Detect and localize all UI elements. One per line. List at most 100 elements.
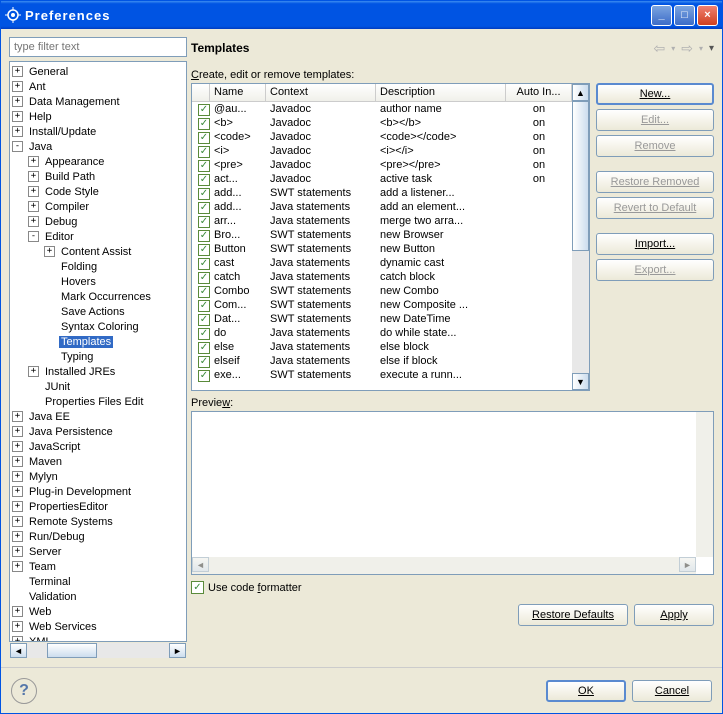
view-menu-icon[interactable]: ▾ [709,43,714,54]
tree-item[interactable]: +Run/Debug [12,529,184,544]
expand-icon[interactable]: + [12,441,23,452]
cancel-button[interactable]: Cancel [632,680,712,702]
tree-item[interactable]: + Web Services [12,619,184,634]
row-checkbox[interactable] [198,216,210,228]
preference-tree[interactable]: + General + Ant + Data Management + Help + Instal… [9,61,187,642]
tree-item[interactable]: +Mylyn [12,469,184,484]
expand-icon[interactable]: + [44,246,55,257]
row-checkbox[interactable] [198,118,210,130]
templates-table[interactable]: Name Context Description Auto In... @au.… [191,83,590,391]
scroll-left-button[interactable]: ◄ [192,557,209,572]
tree-label[interactable]: Compiler [43,201,91,213]
expand-icon[interactable]: + [28,171,39,182]
back-arrow-icon[interactable]: ⇦ [653,40,665,57]
expand-icon[interactable]: + [28,201,39,212]
tree-item[interactable]: +Plug-in Development [12,484,184,499]
tree-label[interactable]: Mark Occurrences [59,291,153,303]
tree-label[interactable]: Hovers [59,276,98,288]
forward-dropdown-icon[interactable]: ▾ [699,44,703,53]
tree-item[interactable]: Templates [12,334,184,349]
tree-label[interactable]: Team [27,561,58,573]
tree-label[interactable]: JavaScript [27,441,82,453]
tree-label[interactable]: Web Services [27,621,99,633]
row-checkbox[interactable] [198,272,210,284]
expand-icon[interactable]: + [12,111,23,122]
tree-item[interactable]: +PropertiesEditor [12,499,184,514]
tree-item[interactable]: JUnit [12,379,184,394]
tree-label[interactable]: Terminal [27,576,73,588]
scroll-right-button[interactable]: ► [679,557,696,572]
scroll-down-button[interactable]: ▼ [572,373,589,390]
tree-item[interactable]: + Debug [12,214,184,229]
tree-item[interactable]: Hovers [12,274,184,289]
tree-item[interactable]: + Code Style [12,184,184,199]
row-checkbox[interactable] [198,342,210,354]
table-row[interactable]: @au...Javadocauthor nameon [192,102,572,116]
tree-label[interactable]: Help [27,111,54,123]
tree-label[interactable]: Appearance [43,156,106,168]
remove-button[interactable]: Remove [596,135,714,157]
table-row[interactable]: catchJava statementscatch block [192,270,572,284]
tree-label[interactable]: Plug-in Development [27,486,133,498]
col-checkbox[interactable] [192,84,210,101]
tree-label[interactable]: Ant [27,81,48,93]
table-row[interactable]: Com...SWT statementsnew Composite ... [192,298,572,312]
expand-icon[interactable]: + [12,621,23,632]
tree-item[interactable]: Validation [12,589,184,604]
expand-icon[interactable]: + [12,96,23,107]
help-icon[interactable]: ? [11,678,37,704]
collapse-icon[interactable]: - [12,141,23,152]
restore-defaults-button[interactable]: Restore Defaults [518,604,628,626]
tree-label[interactable]: Server [27,546,63,558]
table-row[interactable]: elseifJava statementselse if block [192,354,572,368]
table-row[interactable]: arr...Java statementsmerge two arra... [192,214,572,228]
tree-label[interactable]: Install/Update [27,126,98,138]
expand-icon[interactable]: + [12,561,23,572]
restore-removed-button[interactable]: Restore Removed [596,171,714,193]
table-row[interactable]: ButtonSWT statementsnew Button [192,242,572,256]
table-row[interactable]: <b>Javadoc<b></b>on [192,116,572,130]
tree-label[interactable]: Debug [43,216,79,228]
row-checkbox[interactable] [198,174,210,186]
tree-label[interactable]: Content Assist [59,246,133,258]
tree-item[interactable]: +Server [12,544,184,559]
scroll-thumb[interactable] [47,643,97,658]
expand-icon[interactable]: + [12,606,23,617]
tree-label[interactable]: Installed JREs [43,366,117,378]
row-checkbox[interactable] [198,160,210,172]
row-checkbox[interactable] [198,132,210,144]
tree-item[interactable]: Folding [12,259,184,274]
tree-item[interactable]: Properties Files Edit [12,394,184,409]
tree-label[interactable]: Data Management [27,96,122,108]
expand-icon[interactable]: + [12,411,23,422]
tree-label[interactable]: Maven [27,456,64,468]
filter-input[interactable] [9,37,187,57]
tree-label[interactable]: Code Style [43,186,101,198]
scroll-track[interactable] [572,101,589,373]
tree-label[interactable]: PropertiesEditor [27,501,110,513]
expand-icon[interactable]: + [12,66,23,77]
expand-icon[interactable]: + [12,426,23,437]
tree-item[interactable]: Mark Occurrences [12,289,184,304]
table-row[interactable]: Dat...SWT statementsnew DateTime [192,312,572,326]
tree-label[interactable]: Templates [59,336,113,348]
collapse-icon[interactable]: - [28,231,39,242]
revert-default-button[interactable]: Revert to Default [596,197,714,219]
expand-icon[interactable]: + [28,216,39,227]
preview-vertical-scrollbar[interactable] [696,412,713,557]
tree-item[interactable]: + JavaScript [12,439,184,454]
row-checkbox[interactable] [198,202,210,214]
row-checkbox[interactable] [198,300,210,312]
table-row[interactable]: Bro...SWT statementsnew Browser [192,228,572,242]
tree-item[interactable]: + Compiler [12,199,184,214]
row-checkbox[interactable] [198,104,210,116]
use-formatter-checkbox[interactable] [191,581,204,594]
table-row[interactable]: <pre>Javadoc<pre></pre>on [192,158,572,172]
table-row[interactable]: <code>Javadoc<code></code>on [192,130,572,144]
table-row[interactable]: add...Java statementsadd an element... [192,200,572,214]
row-checkbox[interactable] [198,258,210,270]
tree-label[interactable]: General [27,66,70,78]
tree-item[interactable]: +Remote Systems [12,514,184,529]
expand-icon[interactable]: + [28,186,39,197]
tree-label[interactable]: Java EE [27,411,72,423]
